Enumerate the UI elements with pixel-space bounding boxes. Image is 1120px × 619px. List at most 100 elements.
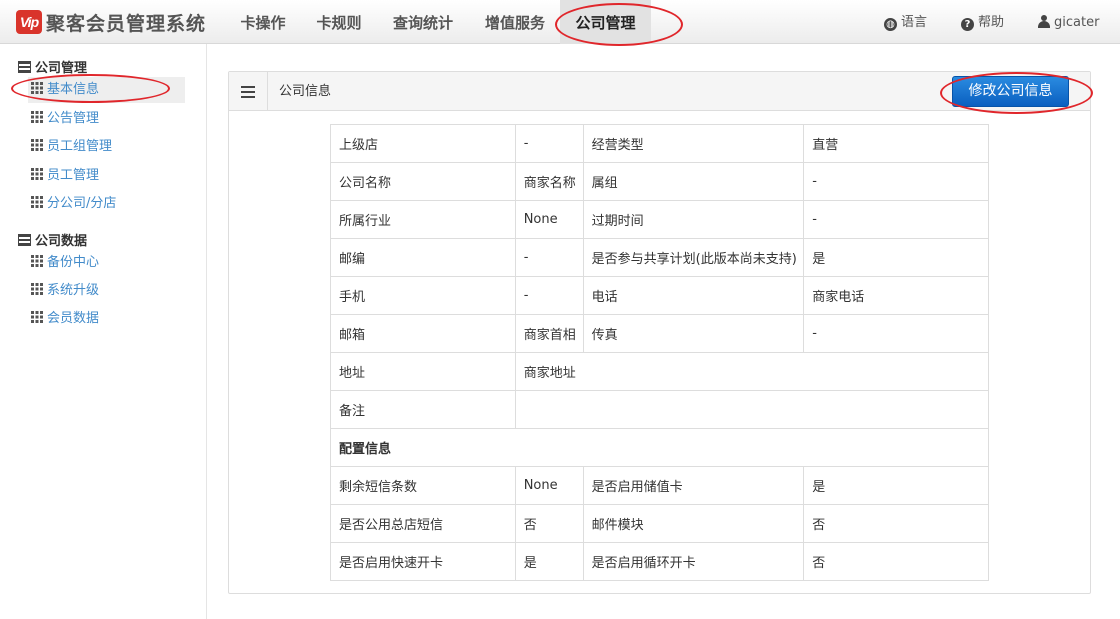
field-value: 是: [514, 542, 584, 581]
field-label: 上级店: [339, 138, 379, 153]
field-value: -: [514, 124, 584, 163]
sidebar-item-label: 会员数据: [47, 311, 100, 326]
sidebar-item-member-data[interactable]: 会员数据: [28, 306, 185, 332]
sidebar-group-company-data: 公司数据: [18, 230, 87, 249]
field-label: 邮箱: [330, 314, 516, 353]
sidebar-item-label: 分公司/分店: [47, 196, 117, 211]
field-label: 手机: [330, 276, 516, 315]
brand-name: 聚客会员管理系统: [46, 12, 207, 35]
user-menu[interactable]: gicater: [1038, 0, 1099, 44]
field-value: 商家电话: [803, 276, 989, 315]
table-row: 剩余短信条数 None 是否启用储值卡 是: [330, 466, 989, 505]
language-label: 语言: [901, 15, 928, 30]
table-row: 备注: [330, 390, 989, 429]
field-value: 商家地址: [514, 352, 989, 391]
grid-icon: [31, 255, 43, 267]
field-label: 属组: [582, 162, 804, 201]
field-value: 是: [803, 238, 989, 277]
table-row: 是否启用快速开卡 是 是否启用循环开卡 否: [330, 542, 989, 581]
list-icon: [241, 85, 255, 98]
panel-icon-box: [229, 72, 268, 111]
sidebar-item-label: 员工组管理: [47, 139, 113, 154]
nav-item-value-added[interactable]: 增值服务: [470, 0, 560, 44]
grid-icon: [31, 139, 43, 151]
nav-item-query-stats[interactable]: 查询统计: [378, 0, 468, 44]
sidebar-item-branches[interactable]: 分公司/分店: [28, 191, 185, 217]
annotation-circle-button: [940, 72, 1093, 114]
field-label: 是否启用快速开卡: [330, 542, 516, 581]
table-row: 上级店 - 经营类型 直营: [331, 124, 989, 163]
field-value: -: [803, 314, 989, 353]
grid-icon: [31, 311, 43, 323]
table-row: 手机 - 电话 商家电话: [330, 276, 989, 315]
sidebar-group-title: 公司数据: [35, 234, 88, 249]
field-label: 邮件模块: [582, 504, 804, 543]
vip-logo-icon: Vip: [16, 10, 42, 34]
nav-item-card-operations[interactable]: 卡操作: [226, 0, 300, 44]
field-label: 剩余短信条数: [330, 466, 516, 505]
field-value: 商家首相: [514, 314, 584, 353]
field-label: 公司名称: [330, 162, 516, 201]
field-value: 是: [803, 466, 989, 505]
field-label: 所属行业: [330, 200, 516, 239]
field-value: -: [514, 238, 584, 277]
help-menu[interactable]: ? 帮助: [961, 0, 1004, 44]
grid-icon: [31, 283, 43, 295]
field-label: 是否启用循环开卡: [582, 542, 804, 581]
table-row: 所属行业 None 过期时间 -: [330, 200, 989, 239]
sidebar-item-staff-groups[interactable]: 员工组管理: [28, 134, 185, 160]
field-value: 否: [803, 542, 989, 581]
table-row: 邮编 - 是否参与共享计划(此版本尚未支持) 是: [330, 238, 989, 277]
field-value: [514, 390, 989, 429]
sidebar-item-staff[interactable]: 员工管理: [28, 163, 185, 189]
sidebar-item-backup[interactable]: 备份中心: [28, 250, 185, 276]
field-value: None: [514, 200, 584, 239]
field-label: 邮编: [330, 238, 516, 277]
field-label: 经营类型: [582, 124, 804, 163]
sidebar-item-label: 员工管理: [47, 168, 100, 183]
sidebar-group-company-management: 公司管理: [18, 57, 87, 76]
field-label: 电话: [582, 276, 804, 315]
field-value: 否: [803, 504, 989, 543]
table-row: 地址 商家地址: [330, 352, 989, 391]
table-section-row: 配置信息: [330, 428, 989, 467]
field-label: 是否参与共享计划(此版本尚未支持): [582, 238, 804, 277]
field-value: -: [803, 162, 989, 201]
field-label: 地址: [330, 352, 516, 391]
field-value: None: [514, 466, 584, 505]
field-value: -: [803, 200, 989, 239]
panel-title: 公司信息: [279, 84, 332, 99]
grid-icon: [31, 111, 43, 123]
sidebar-item-label: 系统升级: [47, 283, 100, 298]
field-value: -: [514, 276, 584, 315]
sidebar-item-label: 备份中心: [47, 255, 100, 270]
list-icon: [18, 61, 31, 73]
sidebar-item-announcements[interactable]: 公告管理: [28, 106, 185, 132]
field-label: 传真: [582, 314, 804, 353]
list-icon: [18, 234, 31, 246]
field-value: 商家名称: [514, 162, 584, 201]
table-row: 公司名称 商家名称 属组 -: [330, 162, 989, 201]
company-info-table: 上级店 - 经营类型 直营 公司名称 商家名称 属组 - 所属行业 None 过…: [330, 124, 989, 581]
help-label: 帮助: [978, 15, 1005, 30]
field-label: 是否公用总店短信: [330, 504, 516, 543]
brand[interactable]: Vip 聚客会员管理系统: [16, 7, 206, 37]
field-label: 过期时间: [582, 200, 804, 239]
globe-icon: ◍: [884, 18, 897, 31]
user-name: gicater: [1054, 15, 1100, 30]
user-icon: [1038, 15, 1050, 28]
nav-item-card-rules[interactable]: 卡规则: [302, 0, 376, 44]
question-icon: ?: [961, 18, 974, 31]
annotation-circle-sidebar: [11, 74, 170, 103]
field-label: 备注: [330, 390, 516, 429]
language-menu[interactable]: ◍ 语言: [884, 0, 927, 44]
section-header: 配置信息: [330, 428, 989, 467]
sidebar-item-label: 公告管理: [47, 111, 100, 126]
table-row: 邮箱 商家首相 传真 -: [330, 314, 989, 353]
grid-icon: [31, 196, 43, 208]
table-row: 是否公用总店短信 否 邮件模块 否: [330, 504, 989, 543]
field-value: 否: [514, 504, 584, 543]
field-value: 直营: [803, 124, 989, 163]
annotation-circle-nav: [555, 3, 683, 46]
sidebar-item-upgrade[interactable]: 系统升级: [28, 278, 185, 304]
